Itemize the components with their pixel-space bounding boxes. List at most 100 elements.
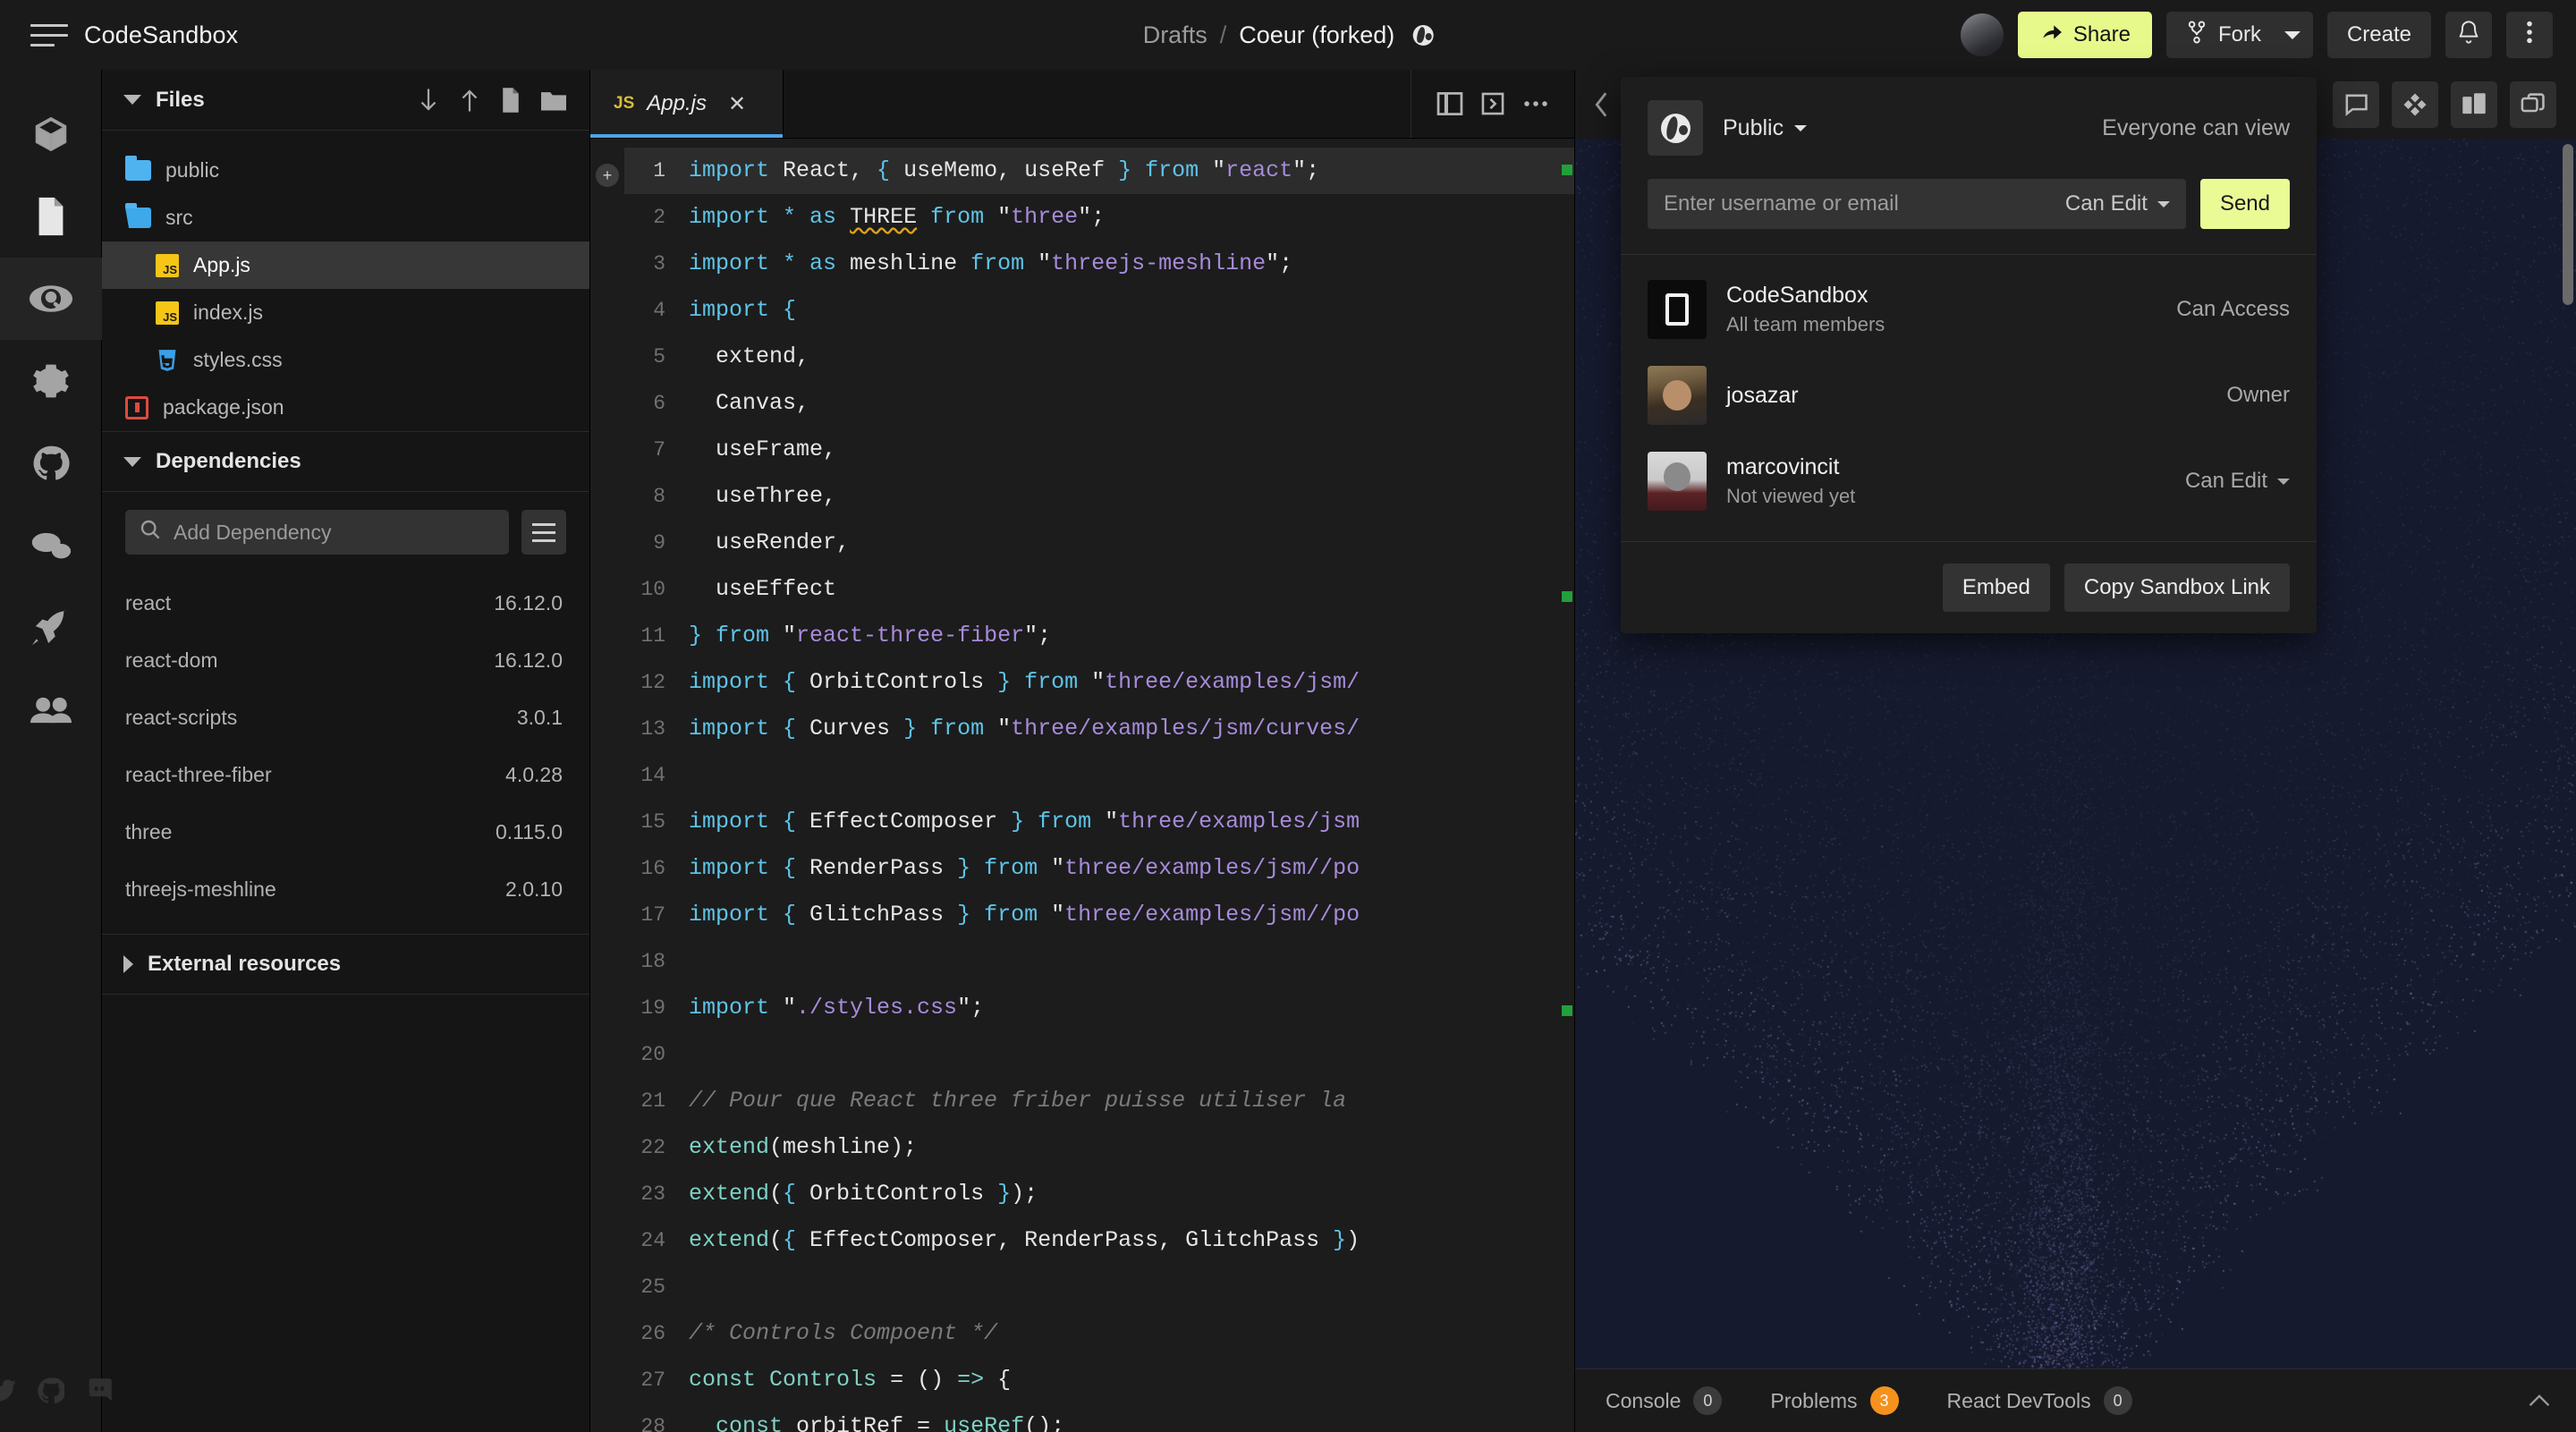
notifications-button[interactable] (2445, 12, 2492, 58)
external-resources-panel-header[interactable]: External resources (102, 934, 589, 995)
sidebar-item-comments[interactable] (0, 504, 102, 587)
code-line: 19import "./styles.css"; (624, 985, 1574, 1031)
chevron-left-icon[interactable] (1584, 70, 1620, 139)
invite-input[interactable]: Enter username or email Can Edit (1648, 179, 2186, 229)
responsive-grid-icon[interactable] (2392, 81, 2438, 128)
dependency-version: 16.12.0 (494, 648, 563, 673)
split-view-icon[interactable] (2451, 81, 2497, 128)
status-badge: 0 (1693, 1386, 1722, 1415)
file-row[interactable]: public (102, 147, 589, 194)
tab-app-js[interactable]: JS App.js ✕ (590, 70, 784, 138)
download-arrow-icon[interactable] (418, 87, 439, 114)
breadcrumb-separator: / (1220, 21, 1227, 49)
share-member-list: CodeSandboxAll team membersCan Access jos… (1621, 254, 2317, 541)
code-line: 2import * as THREE from "three"; (624, 194, 1574, 241)
file-row[interactable]: src (102, 194, 589, 241)
status-tab[interactable]: Problems3 (1770, 1386, 1898, 1415)
line-number: 8 (624, 473, 689, 520)
dependency-row[interactable]: react-dom16.12.0 (102, 631, 589, 689)
create-button[interactable]: Create (2327, 12, 2431, 58)
line-number: 11 (624, 613, 689, 659)
sidebar-item-deploy[interactable] (0, 587, 102, 669)
share-member-row: CodeSandboxAll team membersCan Access (1648, 280, 2290, 339)
fork-button[interactable]: Fork (2166, 12, 2313, 58)
new-file-icon[interactable] (500, 87, 521, 114)
code-scroll-region[interactable]: 1import React, { useMemo, useRef } from … (624, 139, 1574, 1432)
upload-arrow-icon[interactable] (459, 87, 480, 114)
user-avatar[interactable] (1961, 13, 2004, 56)
line-content: useEffect (689, 566, 1574, 613)
globe-icon (1412, 25, 1433, 46)
triangle-right-icon[interactable] (123, 955, 133, 973)
open-preview-icon[interactable] (1481, 90, 1504, 117)
send-invite-button[interactable]: Send (2200, 179, 2290, 229)
invite-permission-select[interactable]: Can Edit (2065, 191, 2170, 216)
preview-scrollbar[interactable] (2563, 144, 2573, 305)
file-row[interactable]: JSindex.js (102, 289, 589, 336)
file-row[interactable]: package.json (102, 384, 589, 431)
hamburger-menu-icon[interactable] (30, 20, 68, 50)
share-button-label: Share (2073, 22, 2131, 47)
dependency-name: threejs-meshline (125, 877, 276, 902)
line-number: 18 (624, 938, 689, 985)
file-sidebar: Files publicsrcJSApp.jsJSind (102, 70, 590, 1432)
share-member-row: marcovincitNot viewed yetCan Edit (1648, 452, 2290, 511)
dependency-row[interactable]: threejs-meshline2.0.10 (102, 860, 589, 918)
folder-icon (125, 160, 151, 181)
breadcrumb-title[interactable]: Coeur (forked) (1239, 21, 1394, 49)
dependency-search-row: Add Dependency (102, 492, 589, 574)
sidebar-item-explorer[interactable] (0, 175, 102, 258)
sidebar-item-live[interactable] (0, 669, 102, 751)
open-window-icon[interactable] (2510, 81, 2556, 128)
triangle-down-icon[interactable] (123, 457, 141, 467)
sidebar-item-settings[interactable] (0, 340, 102, 422)
code-editor[interactable]: + 1import React, { useMemo, useRef } fro… (590, 139, 1574, 1432)
line-number: 4 (624, 287, 689, 334)
discord-icon[interactable] (86, 1377, 113, 1409)
change-marker (1562, 591, 1572, 602)
dependency-row[interactable]: react-three-fiber4.0.28 (102, 746, 589, 803)
close-x-icon[interactable]: ✕ (728, 91, 746, 117)
dependency-row[interactable]: three0.115.0 (102, 803, 589, 860)
dependency-row[interactable]: react-scripts3.0.1 (102, 689, 589, 746)
status-label: Problems (1770, 1389, 1857, 1413)
github-icon[interactable] (38, 1377, 64, 1409)
css-file-icon (156, 349, 179, 372)
share-member-row: josazarOwner (1648, 366, 2290, 425)
code-line: 15import { EffectComposer } from "three/… (624, 799, 1574, 845)
more-menu-button[interactable] (2506, 12, 2553, 58)
status-label: Console (1606, 1389, 1681, 1413)
line-content: extend(meshline); (689, 1124, 1574, 1171)
chevron-up-icon[interactable] (2528, 1387, 2551, 1415)
status-tab[interactable]: Console 0 (1606, 1386, 1722, 1415)
hamburger-list-icon[interactable] (521, 510, 566, 555)
status-tab[interactable]: React DevTools0 (1947, 1386, 2132, 1415)
dependency-row[interactable]: react16.12.0 (102, 574, 589, 631)
chevron-down-icon (1794, 125, 1807, 131)
file-row[interactable]: styles.css (102, 336, 589, 384)
triangle-down-icon[interactable] (123, 95, 141, 105)
line-content: useThree, (689, 473, 1574, 520)
comment-bubble-icon[interactable] (2333, 81, 2379, 128)
line-content: import { RenderPass } from "three/exampl… (689, 845, 1574, 892)
more-horizontal-icon[interactable] (1522, 98, 1549, 109)
dependency-name: react-three-fiber (125, 763, 272, 787)
share-button[interactable]: Share (2018, 12, 2152, 58)
member-name: CodeSandbox (1726, 283, 1885, 309)
add-dependency-input[interactable]: Add Dependency (125, 510, 509, 555)
sidebar-item-search[interactable] (0, 258, 102, 340)
add-circle-icon[interactable]: + (596, 164, 619, 187)
line-content: import { Curves } from "three/examples/j… (689, 706, 1574, 752)
line-content: import React, { useMemo, useRef } from "… (689, 148, 1574, 194)
embed-button[interactable]: Embed (1943, 563, 2050, 612)
sidebar-item-sandbox[interactable] (0, 93, 102, 175)
member-permission[interactable]: Can Edit (2185, 469, 2290, 494)
split-editor-icon[interactable] (1436, 90, 1463, 117)
breadcrumb-workspace[interactable]: Drafts (1143, 21, 1208, 49)
copy-sandbox-link-button[interactable]: Copy Sandbox Link (2064, 563, 2290, 612)
file-row[interactable]: JSApp.js (102, 241, 589, 289)
new-folder-icon[interactable] (541, 89, 566, 111)
twitter-icon[interactable] (0, 1379, 16, 1407)
sidebar-item-github[interactable] (0, 422, 102, 504)
visibility-select[interactable]: Public (1723, 115, 1807, 141)
